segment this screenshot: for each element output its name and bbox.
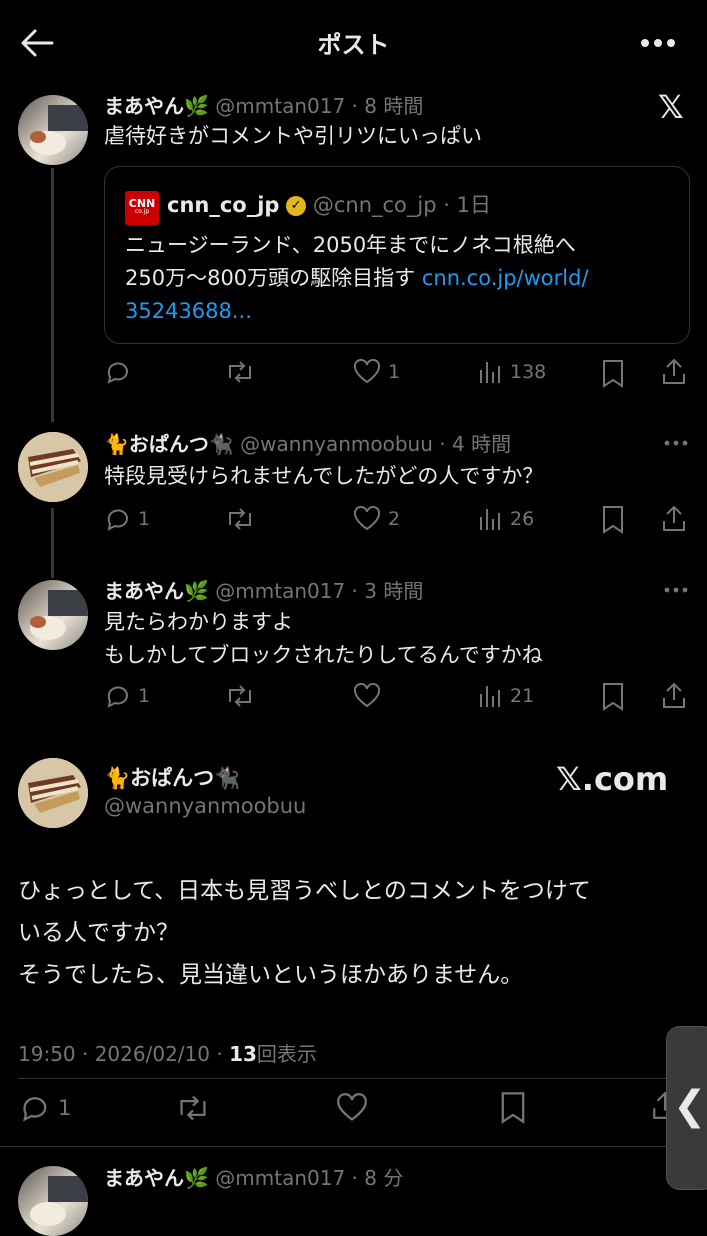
thread-connector-line [51,508,54,578]
views-button[interactable]: 138 [478,358,546,386]
quote-link[interactable]: 35243688... [125,295,685,328]
view-count: 13 [229,1042,257,1066]
handle[interactable]: @wannyanmoobuu [240,432,433,456]
share-button[interactable] [660,503,688,533]
share-button[interactable] [660,356,688,386]
display-name[interactable]: まあやん🌿 [104,579,209,603]
side-panel-handle[interactable]: ❮ [666,1026,707,1190]
views-button[interactable]: 21 [478,682,534,710]
avatar[interactable] [18,580,88,650]
display-name[interactable]: まあやん🌿 [104,94,209,118]
tweet-header: まあやん🌿 @mmtan017 · 8 分 [104,1166,404,1190]
more-options-icon[interactable] [640,38,676,48]
post-timestamp[interactable]: 19:50 · 2026/02/10 · [18,1042,229,1066]
more-options-icon[interactable] [664,587,688,593]
quote-card[interactable]: CNN co.jp cnn_co_jp ✓ @cnn_co_jp · 1日 ニュ… [104,166,690,344]
quote-link[interactable]: cnn.co.jp/world/ [422,266,589,290]
reply-button[interactable]: 1 [104,505,150,533]
like-button[interactable]: 2 [352,505,400,533]
tweet-text: 見たらわかりますよ もしかしてブロックされたりしてるんですかね [104,610,543,667]
thread-connector-line [51,168,54,422]
chevron-left-icon: ❮ [673,1083,707,1129]
avatar[interactable] [18,758,88,828]
avatar[interactable] [18,1166,88,1236]
display-name[interactable]: 🐈おぱんつ🐈‍⬛ [104,762,240,792]
main-post-text: ひょっとして、日本も見習うべしとのコメントをつけて いる人ですか？ そうでしたら… [18,878,591,988]
post-metadata: 19:50 · 2026/02/10 · 13回表示 [18,1042,317,1066]
more-options-icon[interactable] [664,440,688,446]
watermark: 𝕏.com [556,760,669,798]
repost-button[interactable] [174,1092,212,1124]
tweet-header: 🐈おぱんつ🐈‍⬛ @wannyanmoobuu · 4 時間 [104,432,512,456]
repost-button[interactable] [224,682,256,710]
bookmark-button[interactable] [600,681,626,711]
verified-badge-icon: ✓ [286,196,307,216]
handle[interactable]: @mmtan017 [215,579,345,603]
handle[interactable]: @mmtan017 [215,1166,345,1190]
quote-header: cnn_co_jp ✓ @cnn_co_jp · 1日 [167,193,491,217]
quote-handle[interactable]: @cnn_co_jp [313,193,437,217]
reply-button[interactable]: 1 [104,682,150,710]
repost-button[interactable] [224,505,256,533]
timestamp[interactable]: 3 時間 [364,579,423,603]
reply-button[interactable]: 1 [18,1092,71,1124]
bookmark-button[interactable] [600,358,626,388]
reply-button[interactable] [104,358,138,386]
tweet-header: まあやん🌿 @mmtan017 · 8 時間 [104,94,424,118]
tweet-header: まあやん🌿 @mmtan017 · 3 時間 [104,579,424,603]
cnn-logo: CNN co.jp [125,191,159,225]
x-logo-icon: 𝕏 [658,88,684,126]
display-name[interactable]: 🐈おぱんつ🐈‍⬛ [104,432,234,456]
repost-button[interactable] [224,358,256,386]
divider [0,1146,707,1147]
views-button[interactable]: 26 [478,505,534,533]
avatar[interactable] [18,95,88,165]
quote-source-name[interactable]: cnn_co_jp [167,193,279,217]
share-button[interactable] [660,680,688,710]
display-name[interactable]: まあやん🌿 [104,1166,209,1190]
page-title: ポスト [317,31,390,59]
bookmark-button[interactable] [600,504,626,534]
like-button[interactable] [334,1092,370,1124]
tweet-text: 特段見受けられませんでしたがどの人ですか？ [104,464,544,488]
quote-text: ニュージーランド、2050年までにノネコ根絶へ 250万〜800万頭の駆除目指す… [125,229,685,328]
timestamp[interactable]: 8 時間 [364,94,423,118]
tweet-text: 虐待好きがコメントや引リツにいっぱい [104,124,482,148]
quote-time[interactable]: 1日 [457,193,491,217]
handle[interactable]: @mmtan017 [215,94,345,118]
timestamp[interactable]: 4 時間 [452,432,511,456]
handle[interactable]: @wannyanmoobuu [104,794,306,818]
like-button[interactable]: 1 [352,358,400,386]
like-button[interactable] [352,682,388,710]
bookmark-button[interactable] [498,1090,528,1124]
avatar[interactable] [18,432,88,502]
timestamp[interactable]: 8 分 [364,1166,403,1190]
divider [18,1078,690,1079]
